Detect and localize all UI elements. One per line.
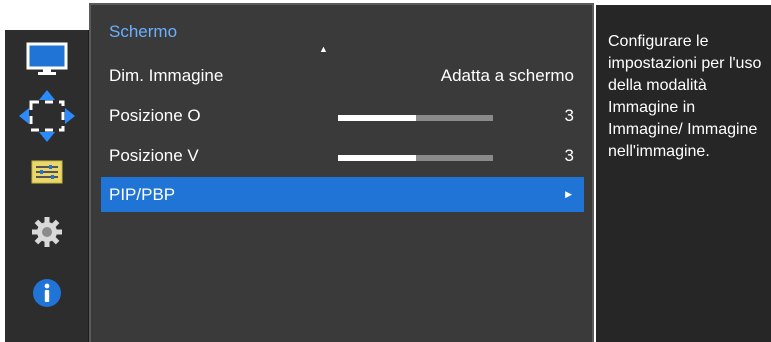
menu-item-pip-pbp[interactable]: PIP/PBP ▶: [101, 177, 584, 212]
level-slider-fill: [338, 155, 416, 161]
help-panel: Configurare le impostazioni per l'uso de…: [596, 5, 771, 342]
submenu-arrow-icon: ▶: [565, 189, 572, 199]
menu-title: Schermo: [109, 22, 178, 41]
menu-item-h-position[interactable]: Posizione O 3: [101, 98, 584, 133]
level-slider[interactable]: [338, 115, 493, 121]
level-slider-fill: [338, 115, 416, 121]
menu-item-label: Posizione O: [109, 106, 201, 125]
menu-item-v-position[interactable]: Posizione V 3: [101, 138, 584, 173]
help-text: Configurare le impostazioni per l'uso de…: [608, 33, 762, 160]
menu-item-value: 3: [564, 106, 574, 125]
menu-item-label: PIP/PBP: [109, 185, 176, 204]
settings-sliders-icon[interactable]: [31, 160, 63, 184]
osd-menu: Schermo ▲ Dim. Immagine Adatta a schermo…: [0, 0, 771, 342]
menu-item-label: Dim. Immagine: [109, 66, 224, 85]
gear-icon[interactable]: [31, 216, 63, 248]
menu-panel: Schermo ▲ Dim. Immagine Adatta a schermo…: [89, 3, 594, 342]
menu-item-label: Posizione V: [109, 146, 199, 165]
menu-item-value: Adatta a schermo: [440, 66, 574, 85]
level-slider[interactable]: [338, 155, 493, 161]
position-arrows-icon[interactable]: [17, 88, 77, 144]
category-rail: [5, 30, 89, 342]
menu-item-image-size[interactable]: Dim. Immagine Adatta a schermo: [101, 58, 584, 93]
info-icon[interactable]: [31, 277, 63, 309]
monitor-icon[interactable]: [26, 42, 68, 76]
menu-item-value: 3: [564, 146, 574, 165]
scroll-up-icon: ▲: [319, 44, 328, 54]
